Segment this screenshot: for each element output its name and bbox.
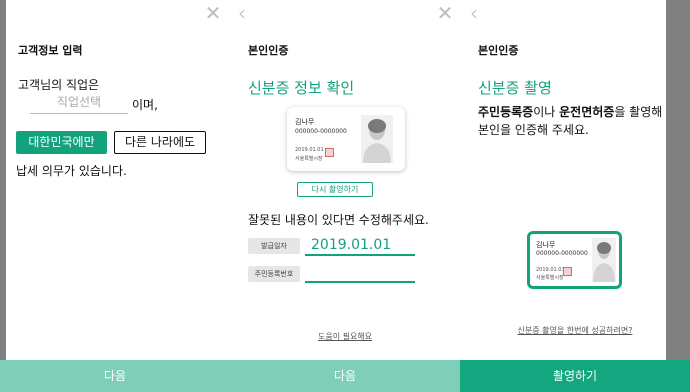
- seal-stamp: [563, 267, 572, 276]
- desc-bold-1: 주민등록증: [478, 105, 534, 119]
- card-office: 서울특별시장: [536, 275, 564, 281]
- seal-stamp: [325, 148, 334, 157]
- card-office: 서울특별시장: [295, 156, 323, 162]
- shoot-button[interactable]: 촬영하기: [460, 360, 690, 392]
- card-name: 김나무: [536, 241, 556, 249]
- id-card-preview: 김나무 000000-0000000 2019.01.01 서울특별시장: [287, 107, 405, 171]
- close-icon[interactable]: ✕: [204, 3, 222, 23]
- close-icon[interactable]: ✕: [436, 3, 454, 23]
- top-bar: ✕: [0, 0, 230, 28]
- other-country-button[interactable]: 다른 나라에도: [114, 131, 206, 154]
- right-gutter: [666, 0, 690, 392]
- section-heading: 신분증 정보 확인: [248, 79, 355, 97]
- desc-bold-2: 운전면허증: [559, 105, 615, 119]
- korea-only-button[interactable]: 대한민국에만: [16, 131, 107, 154]
- screen-verify-id-info: ‹ ✕ 본인인증 신분증 정보 확인 김나무 000000-0000000 20…: [230, 0, 460, 392]
- left-gutter: [0, 0, 6, 392]
- job-question-label: 고객님의 직업은: [18, 78, 100, 92]
- card-date: 2019.01.01: [295, 147, 324, 153]
- issue-date-field[interactable]: 2019.01.01: [305, 234, 415, 256]
- back-icon[interactable]: ‹: [234, 3, 250, 23]
- desc-rest: 을 촬영해: [614, 105, 663, 119]
- issue-date-label: 발급일자: [248, 238, 300, 254]
- portrait-icon: [361, 115, 393, 163]
- tips-link[interactable]: 신분증 촬영을 한번에 성공하려면?: [460, 325, 690, 336]
- top-bar: ‹ ✕: [230, 0, 460, 28]
- card-date: 2019.01.01: [536, 267, 565, 273]
- rrn-label: 주민등록번호: [248, 266, 300, 282]
- portrait-icon: [592, 238, 616, 282]
- page-title: 본인인증: [478, 44, 519, 57]
- next-button[interactable]: 다음: [230, 360, 460, 392]
- section-heading: 신분증 촬영: [478, 79, 552, 97]
- job-suffix-label: 이며,: [132, 98, 158, 112]
- desc-mid: 이나: [533, 105, 560, 119]
- back-icon[interactable]: ‹: [466, 3, 482, 23]
- id-card-frame: 김나무 000000-0000000 2019.01.01 서울특별시장: [527, 231, 622, 289]
- help-link[interactable]: 도움이 필요해요: [230, 331, 460, 342]
- card-number: 000000-0000000: [536, 250, 588, 257]
- page-title: 고객정보 입력: [18, 44, 83, 57]
- card-number: 000000-0000000: [295, 128, 347, 135]
- screen-customer-info: ✕ 고객정보 입력 고객님의 직업은 직업선택 이며, 대한민국에만 다른 나라…: [0, 0, 230, 392]
- retake-button[interactable]: 다시 촬영하기: [297, 182, 373, 197]
- top-bar: ‹ ✕: [460, 0, 690, 28]
- job-select[interactable]: 직업선택: [30, 92, 128, 114]
- tax-duty-text: 납세 의무가 있습니다.: [16, 164, 127, 178]
- next-button[interactable]: 다음: [0, 360, 230, 392]
- page-title: 본인인증: [248, 44, 289, 57]
- rrn-field[interactable]: [305, 261, 415, 283]
- instruction-text: 주민등록증이나 운전면허증을 촬영해 본인을 인증해 주세요.: [478, 103, 678, 139]
- card-name: 김나무: [295, 118, 315, 126]
- screen-shoot-id: ‹ ✕ 본인인증 신분증 촬영 주민등록증이나 운전면허증을 촬영해 본인을 인…: [460, 0, 690, 392]
- desc-line-2: 본인을 인증해 주세요.: [478, 123, 589, 137]
- fix-instruction: 잘못된 내용이 있다면 수정해주세요.: [248, 213, 429, 227]
